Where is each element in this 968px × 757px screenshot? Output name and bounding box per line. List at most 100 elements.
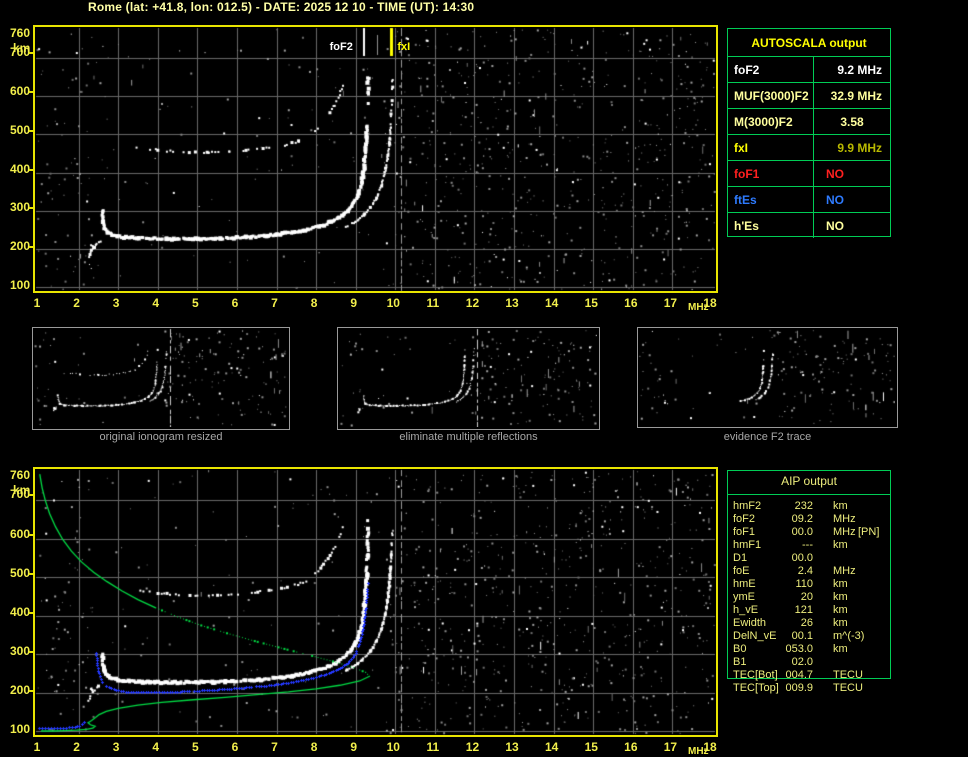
aip-row-value: 009.9 [785,682,813,694]
autoscala-row-value: 9.2 MHz [813,56,890,82]
y-tick-label: 200 [9,239,30,254]
x-tick-label: 17 [663,296,678,310]
autoscala-output-table: AUTOSCALA output foF2 9.2 MHz MUF(3000)F2 3… [727,28,891,238]
thumbnail-eliminate-canvas [338,328,597,427]
aip-row-unit: TECU [833,669,863,681]
y-axis-unit-label: km [13,41,31,55]
y-axis-tick-mark [29,52,33,55]
x-tick-label: 17 [663,740,678,754]
autoscala-row-value: 9.9 MHz [813,134,890,160]
aip-row-value: 004.7 [785,669,813,681]
aip-row-value: 20 [800,591,813,603]
aip-row-value: 00.1 [791,630,813,642]
aip-row: D1 00.0 [727,552,897,565]
aip-row-label: D1 [733,552,748,564]
x-axis-unit-label: MHz [688,746,709,757]
y-axis-tick-mark [29,207,33,210]
aip-row: ymE 20 km [727,591,897,604]
aip-header-divider [728,494,890,495]
thumbnail-original-canvas [33,328,287,427]
aip-row: foE 2.4 MHz [727,565,897,578]
aip-row-unit: MHz [833,513,856,525]
y-axis-unit-label: km [13,483,31,497]
aip-row-value: 02.0 [791,656,813,668]
thumbnail-f2-trace [637,327,898,428]
top-ionogram-plot: foF2 fxI [33,25,718,293]
aip-row-unit: MHz [833,565,856,577]
aip-row: hmF2 232 km [727,500,897,513]
aip-row: foF2 09.2 MHz [727,513,897,526]
aip-row: TEC[Bot] 004.7 TECU [727,669,897,682]
y-axis-tick-mark [29,494,33,497]
x-tick-label: 11 [426,296,440,310]
thumbnail-caption-original: original ionogram resized [99,431,223,443]
x-tick-label: 8 [310,740,318,754]
aip-row: B0 053.0 km [727,643,897,656]
fxi-line-label: fxI [397,41,411,53]
aip-output-rows: hmF2 232 km foF2 09.2 MHz foF1 00.0 MHz [PN] hmF1-… [727,500,897,695]
x-tick-label: 4 [152,296,160,310]
aip-row-unit: km [833,578,848,590]
y-axis-tick-mark [29,650,33,653]
y-tick-label: 200 [9,682,30,697]
aip-row-value: --- [802,539,813,551]
thumbnail-caption-eliminate: eliminate multiple reflections [399,431,538,443]
y-tick-label: 100 [9,722,30,736]
x-tick-label: 7 [271,740,278,754]
x-tick-label: 16 [624,296,638,310]
fof2-line-label: foF2 [329,41,353,53]
x-tick-label: 14 [544,296,559,310]
x-tick-label: 9 [350,740,358,754]
y-axis-tick-mark [29,611,33,614]
x-tick-label: 9 [350,296,358,310]
x-tick-label: 3 [112,296,120,310]
y-tick-label: 500 [9,565,30,580]
thumbnail-caption-f2: evidence F2 trace [723,431,812,443]
x-tick-label: 3 [112,740,120,754]
aip-row-value: 2.4 [797,565,813,577]
aip-row-value: 232 [794,500,813,512]
y-tick-label: 760 [9,26,30,40]
y-axis-tick-mark [29,689,33,692]
thumbnail-eliminate-reflections [337,327,600,430]
x-tick-label: 10 [386,740,400,754]
y-tick-label: 760 [9,468,30,482]
x-tick-label: 13 [505,296,519,310]
y-tick-label: 500 [9,122,30,137]
autoscala-row-value: NO [813,186,890,212]
aip-row-label: B1 [733,656,747,668]
x-tick-label: 16 [624,740,638,754]
thumbnail-original-ionogram [32,327,290,430]
autoscala-row-value: 32.9 MHz [813,82,890,108]
x-tick-label: 1 [33,740,41,754]
aip-row: B1 02.0 [727,656,897,669]
y-axis-tick-mark [29,533,33,536]
x-tick-label: 5 [191,740,199,754]
y-axis-tick-mark [29,246,33,249]
autoscala-row-label: ftEs [728,186,813,212]
aip-row: hmE 110 km [727,578,897,591]
autoscala-app-window: { "title": { "text": "Rome (lat: +41.8, … [0,0,968,757]
window-title: Rome (lat: +41.8, lon: 012.5) - DATE: 20… [88,0,475,14]
y-tick-label: 400 [9,604,30,619]
autoscala-row-value: NO [813,160,890,186]
autoscala-table-title: AUTOSCALA output [751,35,867,50]
y-tick-label: 600 [9,526,30,541]
aip-row: h_vE 121 km [727,604,897,617]
autoscala-row-label: M(3000)F2 [728,108,813,134]
aip-row: Ewidth 26 km [727,617,897,630]
x-tick-label: 12 [465,296,480,310]
y-tick-label: 600 [9,84,30,99]
aip-row-value: 26 [800,617,813,629]
x-tick-label: 8 [310,296,318,310]
top-ionogram-canvas [35,27,716,291]
aip-row: DelN_vE 00.1 m^(-3) [727,630,897,643]
aip-row-value: 00.0 [791,552,813,564]
autoscala-row-value: 3.58 [813,108,890,134]
x-tick-label: 6 [231,740,239,754]
aip-row-unit: km [833,591,848,603]
x-tick-label: 10 [386,296,400,310]
x-tick-label: 12 [465,740,480,754]
aip-row-unit: MHz [833,526,856,538]
x-tick-label: 14 [544,740,559,754]
